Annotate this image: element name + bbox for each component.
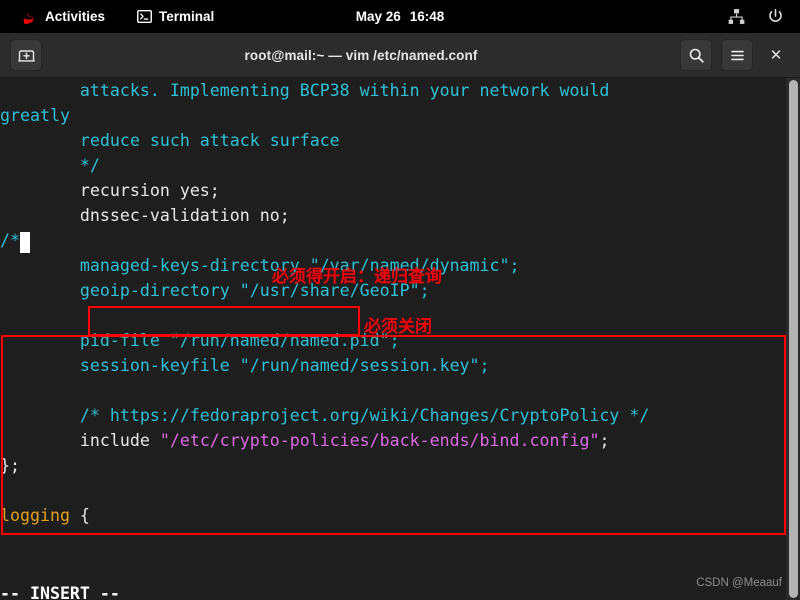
system-status-area[interactable] [728, 8, 784, 25]
screen: Activities Terminal May 26 16:48 root@ma… [0, 0, 800, 600]
search-button[interactable] [680, 39, 712, 71]
code-line: /* [0, 228, 790, 253]
code-span: greatly [0, 106, 70, 125]
code-span: include [0, 431, 160, 450]
annotation-dnssec: 必须关闭 [364, 317, 432, 337]
activities-label: Activities [45, 9, 106, 24]
code-line: session-keyfile "/run/named/session.key"… [0, 353, 790, 378]
window-header-bar: root@mail:~ — vim /etc/named.conf ✕ [0, 33, 800, 78]
window-title: root@mail:~ — vim /etc/named.conf [244, 47, 478, 63]
activities-button[interactable]: Activities [18, 5, 108, 29]
code-line: greatly [0, 103, 790, 128]
clock-date: May 26 [355, 9, 401, 24]
vim-buffer[interactable]: attacks. Implementing BCP38 within your … [0, 78, 790, 528]
code-span: session-keyfile "/run/named/session.key"… [0, 356, 490, 375]
code-line: dnssec-validation no; [0, 203, 790, 228]
clock-time: 16:48 [409, 9, 445, 24]
code-line: recursion yes; [0, 178, 790, 203]
code-line: reduce such attack surface [0, 128, 790, 153]
code-span: }; [0, 456, 20, 475]
power-icon[interactable] [767, 8, 784, 25]
code-line: }; [0, 453, 790, 478]
code-line: include "/etc/crypto-policies/back-ends/… [0, 428, 790, 453]
code-span: /* https://fedoraproject.org/wiki/Change… [0, 406, 650, 425]
top-bar-left-group: Activities Terminal [18, 5, 217, 29]
code-span: /* [0, 231, 20, 250]
code-span: recursion yes; [0, 181, 230, 200]
new-tab-button[interactable] [10, 39, 42, 71]
code-span: ; [599, 431, 610, 450]
hamburger-menu-icon [729, 47, 746, 64]
scrollbar-thumb[interactable] [789, 80, 798, 598]
code-line: /* https://fedoraproject.org/wiki/Change… [0, 403, 790, 428]
code-span: pid-file "/run/named/named.pid"; [0, 331, 400, 350]
code-span: { [69, 506, 90, 525]
code-line: attacks. Implementing BCP38 within your … [0, 78, 790, 103]
redhat-logo-icon [21, 10, 38, 24]
text-cursor [19, 232, 30, 253]
annotation-recursion: 必须得开启：递归查询 [272, 267, 442, 287]
code-line: */ [0, 153, 790, 178]
watermark: CSDN @Meaauf [696, 577, 782, 589]
code-span: "/etc/crypto-policies/back-ends/bind.con… [159, 431, 600, 450]
terminal-content[interactable]: attacks. Implementing BCP38 within your … [0, 78, 800, 600]
code-span: reduce such attack surface [0, 131, 340, 150]
network-icon[interactable] [728, 8, 745, 25]
header-actions: ✕ [680, 39, 790, 71]
close-window-button[interactable]: ✕ [762, 41, 790, 69]
code-line: logging { [0, 503, 790, 528]
code-span: */ [0, 156, 100, 175]
app-menu-label: Terminal [159, 9, 215, 24]
code-span: attacks. Implementing BCP38 within your … [0, 81, 610, 100]
new-tab-icon [17, 47, 35, 64]
gnome-top-bar: Activities Terminal May 26 16:48 [0, 0, 800, 33]
vim-status-line: -- INSERT -- 34,3 65% [0, 556, 790, 600]
code-span: dnssec-validation no; [0, 206, 300, 225]
code-span: logging [0, 506, 70, 525]
app-menu-terminal[interactable]: Terminal [134, 5, 217, 29]
menu-button[interactable] [721, 39, 753, 71]
terminal-icon [137, 9, 152, 24]
vim-mode-indicator: -- INSERT -- [0, 584, 120, 600]
search-icon [688, 47, 705, 64]
